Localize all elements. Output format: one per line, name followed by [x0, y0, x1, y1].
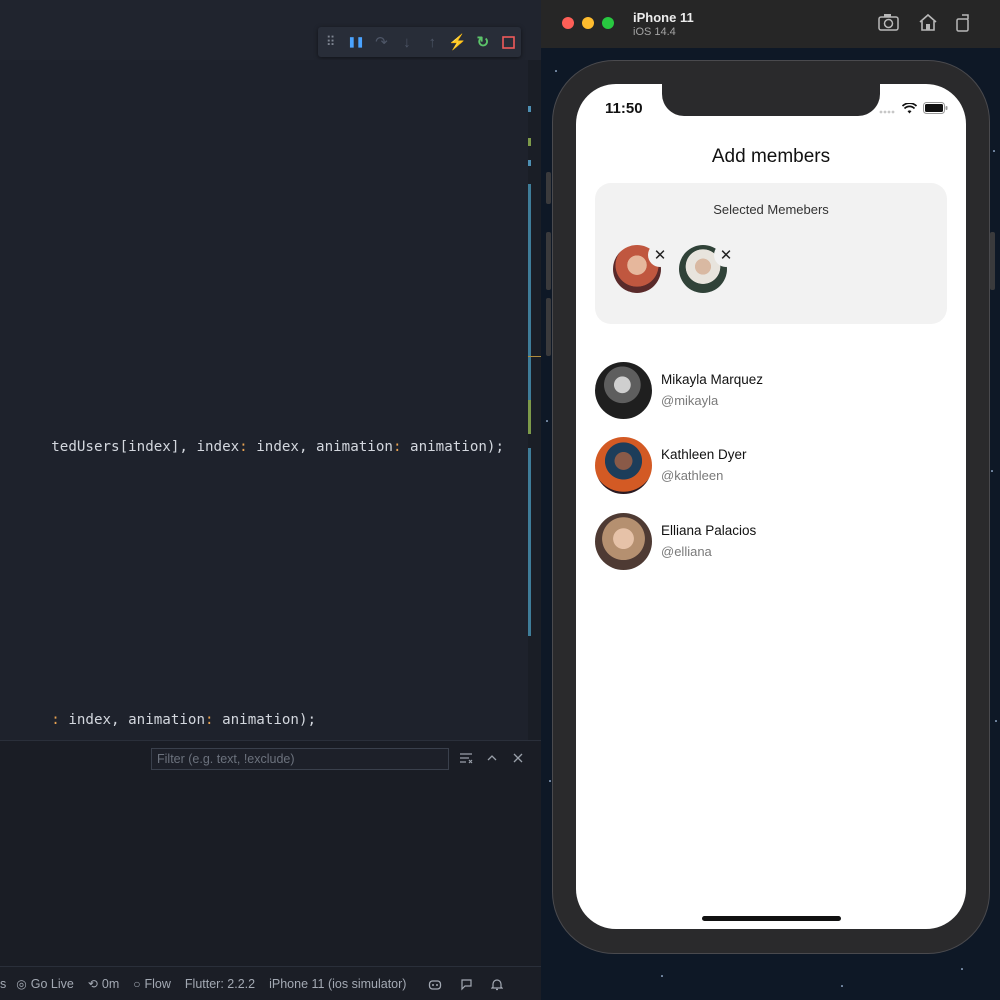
go-live-button[interactable]: ◎ Go Live — [16, 977, 74, 991]
gutter-marker — [528, 160, 531, 166]
step-into-icon[interactable]: ↓ — [394, 27, 419, 57]
cursor-marker — [528, 356, 541, 357]
member-name: Kathleen Dyer — [661, 447, 747, 462]
close-icon[interactable] — [512, 750, 524, 768]
member-avatar — [595, 437, 652, 494]
home-icon[interactable] — [918, 13, 938, 36]
member-list-item[interactable]: Kathleen Dyer @kathleen — [595, 437, 947, 495]
member-name: Elliana Palacios — [661, 523, 757, 538]
debug-toolbar: ⠿ ❚❚ ↷ ↓ ↑ ⚡ ↻ — [318, 27, 521, 57]
flutter-version[interactable]: Flutter: 2.2.2 — [185, 977, 255, 991]
filter-input[interactable] — [152, 749, 447, 769]
history-icon: ⟲ — [87, 977, 98, 991]
scrollbar-gutter[interactable] — [528, 60, 541, 740]
step-out-icon[interactable]: ↑ — [420, 27, 445, 57]
code-token: : — [205, 712, 214, 728]
remove-member-button[interactable]: ✕ — [648, 243, 672, 267]
os-version: iOS 14.4 — [633, 26, 676, 38]
member-avatar — [595, 513, 652, 570]
member-list-item[interactable]: Mikayla Marquez @mikayla — [595, 362, 947, 420]
timer-item[interactable]: ⟲ 0m — [88, 977, 119, 991]
bell-icon[interactable] — [491, 978, 504, 991]
chevron-up-icon[interactable] — [486, 750, 498, 768]
notch — [662, 84, 880, 116]
output-panel — [0, 740, 541, 967]
copilot-icon[interactable] — [428, 978, 442, 991]
member-avatar — [595, 362, 652, 419]
status-bar: s ◎ Go Live ⟲ 0m ○ Flow Flutter: 2.2.2 i… — [0, 966, 541, 1000]
phone-screen: 11:50 Add members Selected Memebers ✕ ✕ … — [576, 84, 966, 929]
code-text: index, animation — [247, 439, 393, 455]
simulator-titlebar: iPhone 11 iOS 14.4 — [541, 0, 1000, 48]
code-area[interactable]: tedUsers[index], index: index, animation… — [0, 60, 528, 740]
stop-icon[interactable] — [496, 27, 521, 57]
hot-restart-icon[interactable]: ↻ — [470, 27, 495, 57]
pause-icon[interactable]: ❚❚ — [343, 27, 368, 57]
code-token: : — [51, 712, 60, 728]
filter-field[interactable] — [151, 748, 449, 770]
gutter-marker — [528, 138, 531, 146]
battery-icon — [923, 101, 948, 119]
wifi-icon — [901, 101, 918, 119]
page-title: Add members — [711, 146, 831, 167]
flow-label: Flow — [144, 977, 171, 991]
signal-icon — [879, 101, 896, 119]
volume-down-button — [546, 298, 551, 356]
member-handle: @kathleen — [661, 468, 724, 483]
circle-icon: ○ — [133, 977, 141, 991]
code-line: : index, animation: animation); — [0, 696, 316, 744]
screenshot-icon[interactable] — [878, 13, 899, 36]
device-selector[interactable]: iPhone 11 (ios simulator) — [269, 977, 406, 991]
gutter-marker — [528, 106, 531, 112]
clear-filter-icon[interactable] — [459, 750, 473, 768]
go-live-label: Go Live — [30, 977, 74, 991]
code-text: tedUsers[index], index — [51, 439, 240, 455]
power-button — [990, 232, 995, 290]
code-text: index, animation — [59, 712, 206, 728]
close-icon: ✕ — [653, 247, 667, 264]
minimize-window-button[interactable] — [582, 17, 594, 29]
close-window-button[interactable] — [562, 17, 574, 29]
code-text: animation); — [401, 439, 504, 455]
member-name: Mikayla Marquez — [661, 372, 764, 387]
volume-up-button — [546, 232, 551, 290]
code-line: tedUsers[index], index: index, animation… — [0, 423, 504, 471]
code-editor: ⠿ ❚❚ ↷ ↓ ↑ ⚡ ↻ tedUsers[index], index: i… — [0, 0, 541, 1000]
hot-reload-icon[interactable]: ⚡ — [445, 27, 470, 57]
member-list-item[interactable]: Elliana Palacios @elliana — [595, 513, 947, 571]
member-handle: @mikayla — [661, 393, 719, 408]
code-token: : — [239, 439, 248, 455]
drag-handle-icon[interactable]: ⠿ — [318, 27, 343, 57]
feedback-icon[interactable] — [460, 978, 473, 991]
zoom-window-button[interactable] — [602, 17, 614, 29]
rotate-icon[interactable] — [955, 13, 972, 37]
timer-label: 0m — [101, 977, 120, 991]
gutter-marker — [528, 184, 531, 400]
gutter-marker — [528, 448, 531, 636]
mute-switch — [546, 172, 551, 204]
home-indicator[interactable] — [702, 916, 841, 921]
status-icons — [879, 101, 948, 119]
status-item[interactable]: s — [0, 977, 6, 991]
selected-members-title: Selected Memebers — [713, 202, 829, 217]
step-over-icon[interactable]: ↷ — [369, 27, 394, 57]
flow-item[interactable]: ○ Flow — [133, 977, 171, 991]
member-handle: @elliana — [661, 544, 712, 559]
selected-members-card: Selected Memebers ✕ ✕ — [595, 183, 947, 324]
gutter-marker — [528, 400, 531, 434]
device-name: iPhone 11 — [633, 10, 694, 25]
broadcast-icon: ◎ — [16, 977, 27, 991]
close-icon: ✕ — [719, 247, 733, 264]
remove-member-button[interactable]: ✕ — [714, 243, 738, 267]
code-text: animation); — [213, 712, 317, 728]
status-time: 11:50 — [605, 100, 643, 117]
